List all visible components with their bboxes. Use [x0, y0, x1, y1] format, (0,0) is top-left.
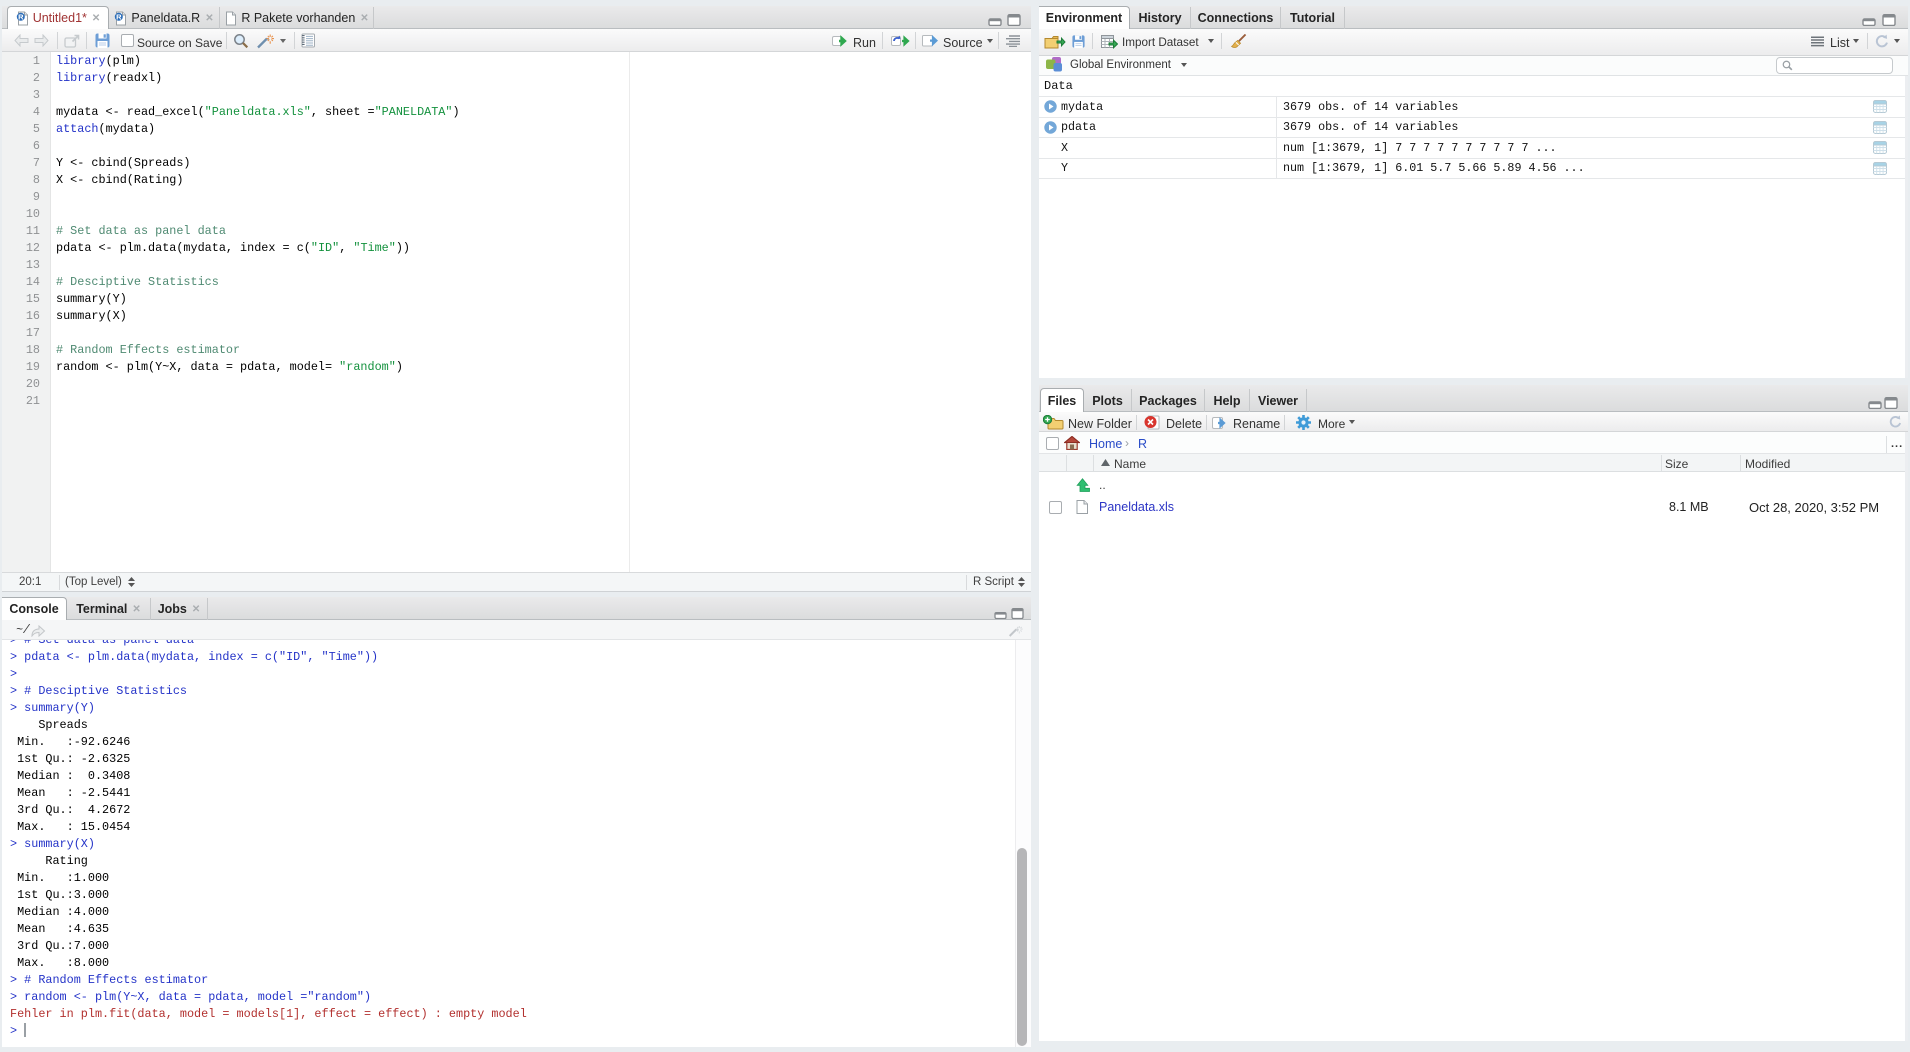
svg-text:R: R [18, 12, 24, 21]
svg-text:R: R [116, 12, 122, 21]
